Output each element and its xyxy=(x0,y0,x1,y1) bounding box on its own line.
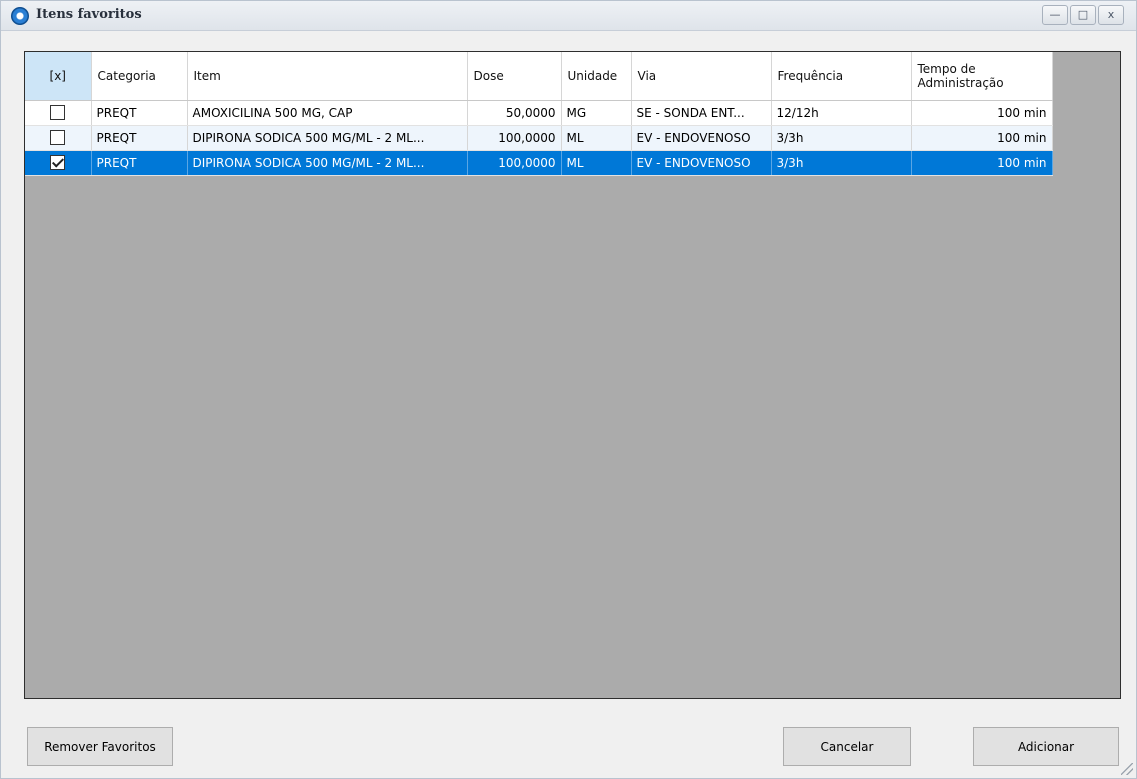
add-button[interactable]: Adicionar xyxy=(973,727,1119,766)
column-header-unidade[interactable]: Unidade xyxy=(561,52,632,101)
column-header-tempo-line1: Tempo de xyxy=(917,61,976,76)
row-checkbox[interactable] xyxy=(50,105,66,120)
cell-tempo: 100 min xyxy=(911,125,1053,151)
cell-dose: 100,0000 xyxy=(467,150,562,176)
column-header-tempo-line2: Administração xyxy=(917,75,1004,90)
cell-unidade: ML xyxy=(561,125,632,151)
favorites-grid[interactable]: [x] Categoria Item Dose Unidade Via Freq… xyxy=(24,51,1121,699)
column-header-select[interactable]: [x] xyxy=(25,52,92,101)
cell-categoria: PREQT xyxy=(91,150,188,176)
table-row-selected[interactable]: PREQT DIPIRONA SODICA 500 MG/ML - 2 ML..… xyxy=(25,150,1053,176)
maximize-button[interactable]: □ xyxy=(1070,5,1096,25)
resize-grip-icon[interactable] xyxy=(1121,763,1133,775)
cell-unidade: ML xyxy=(561,150,632,176)
cell-via: EV - ENDOVENOSO xyxy=(631,125,772,151)
cell-dose: 50,0000 xyxy=(467,100,562,126)
cell-dose: 100,0000 xyxy=(467,125,562,151)
window-controls: — □ x xyxy=(1042,5,1124,25)
row-select-cell[interactable] xyxy=(25,125,92,151)
column-header-categoria[interactable]: Categoria xyxy=(91,52,188,101)
row-checkbox[interactable] xyxy=(50,130,66,145)
cell-tempo: 100 min xyxy=(911,150,1053,176)
close-button[interactable]: x xyxy=(1098,5,1124,25)
cancel-button[interactable]: Cancelar xyxy=(783,727,911,766)
cell-frequencia: 3/3h xyxy=(771,125,912,151)
column-header-frequencia[interactable]: Frequência xyxy=(771,52,912,101)
cell-categoria: PREQT xyxy=(91,100,188,126)
window-title: Itens favoritos xyxy=(36,7,142,22)
column-header-tempo[interactable]: Tempo de Administração xyxy=(911,52,1053,101)
cell-categoria: PREQT xyxy=(91,125,188,151)
minimize-button[interactable]: — xyxy=(1042,5,1068,25)
cell-item: DIPIRONA SODICA 500 MG/ML - 2 ML... xyxy=(187,125,468,151)
cell-item: DIPIRONA SODICA 500 MG/ML - 2 ML... xyxy=(187,150,468,176)
row-checkbox-checked[interactable] xyxy=(50,155,66,170)
cell-unidade: MG xyxy=(561,100,632,126)
column-header-item[interactable]: Item xyxy=(187,52,468,101)
app-logo-icon xyxy=(11,7,29,25)
title-bar[interactable]: Itens favoritos — □ x xyxy=(1,1,1136,31)
cell-frequencia: 3/3h xyxy=(771,150,912,176)
favorites-window: Itens favoritos — □ x [x] Categoria Item… xyxy=(0,0,1137,779)
row-select-cell[interactable] xyxy=(25,100,92,126)
cell-via: SE - SONDA ENT... xyxy=(631,100,772,126)
column-header-via[interactable]: Via xyxy=(631,52,772,101)
cell-tempo: 100 min xyxy=(911,100,1053,126)
cell-frequencia: 12/12h xyxy=(771,100,912,126)
table-row[interactable]: PREQT DIPIRONA SODICA 500 MG/ML - 2 ML..… xyxy=(25,125,1053,151)
cell-via: EV - ENDOVENOSO xyxy=(631,150,772,176)
remove-favorites-button[interactable]: Remover Favoritos xyxy=(27,727,173,766)
header-row: [x] Categoria Item Dose Unidade Via Freq… xyxy=(25,52,1053,101)
favorites-table: [x] Categoria Item Dose Unidade Via Freq… xyxy=(25,52,1053,176)
row-select-cell[interactable] xyxy=(25,150,92,176)
table-row[interactable]: PREQT AMOXICILINA 500 MG, CAP 50,0000 MG… xyxy=(25,100,1053,126)
column-header-dose[interactable]: Dose xyxy=(467,52,562,101)
cell-item: AMOXICILINA 500 MG, CAP xyxy=(187,100,468,126)
